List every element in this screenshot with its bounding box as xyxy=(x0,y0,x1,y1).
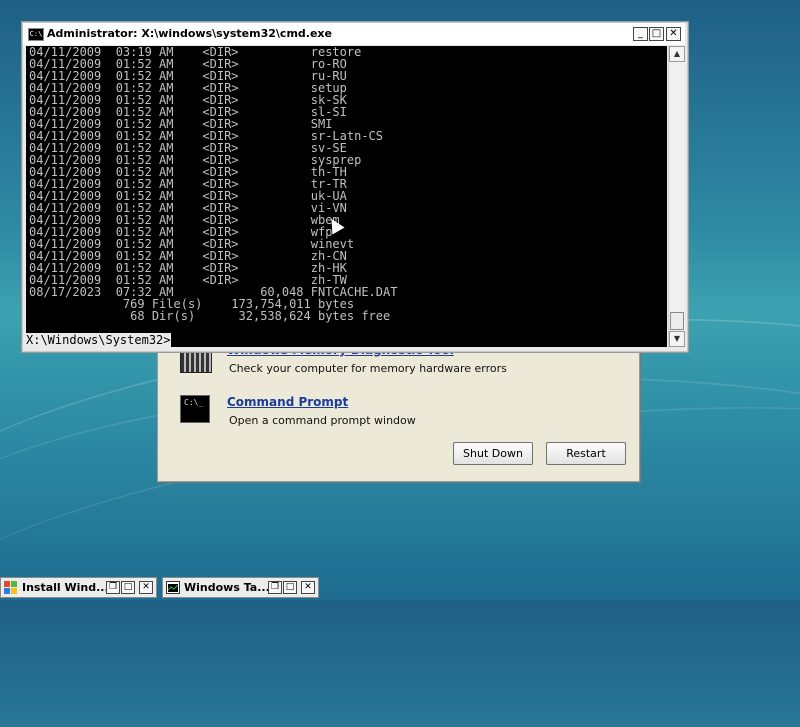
windows-setup-icon xyxy=(4,581,17,594)
close-button[interactable]: ✕ xyxy=(301,581,315,594)
command-prompt-icon: C:\_ xyxy=(180,395,210,423)
shut-down-button[interactable]: Shut Down xyxy=(453,442,533,465)
cmd-app-icon: C:\ xyxy=(28,28,44,41)
command-prompt-link[interactable]: Command Prompt xyxy=(227,395,348,409)
command-prompt-description: Open a command prompt window xyxy=(229,414,416,427)
maximize-button[interactable]: □ xyxy=(649,27,664,41)
minimized-window-label: Install Wind... xyxy=(22,581,109,594)
close-button[interactable]: ✕ xyxy=(666,27,681,41)
minimized-window-label: Windows Ta... xyxy=(184,581,270,594)
scroll-up-arrow-icon[interactable]: ▲ xyxy=(669,46,685,62)
scroll-thumb[interactable] xyxy=(670,312,684,330)
vertical-scrollbar[interactable]: ▲ ▼ xyxy=(668,46,685,347)
minimized-window-task-manager[interactable]: Windows Ta... ❐ □ ✕ xyxy=(162,577,319,598)
restore-button[interactable]: ❐ xyxy=(268,581,282,594)
cmd-titlebar[interactable]: C:\ Administrator: X:\windows\system32\c… xyxy=(23,23,685,45)
recovery-options-dialog: Windows Memory Diagnostic Tool Check you… xyxy=(157,330,640,482)
command-prompt-line[interactable]: X:\Windows\System32> xyxy=(26,333,171,347)
scroll-down-arrow-icon[interactable]: ▼ xyxy=(669,331,685,347)
minimized-window-install-windows[interactable]: Install Wind... ❐ □ ✕ xyxy=(0,577,157,598)
minimize-button[interactable]: _ xyxy=(633,27,648,41)
cmd-window[interactable]: C:\ Administrator: X:\windows\system32\c… xyxy=(22,22,688,352)
restart-button[interactable]: Restart xyxy=(546,442,626,465)
close-button[interactable]: ✕ xyxy=(139,581,153,594)
console-line: 68 Dir(s) 32,538,624 bytes free xyxy=(29,309,391,323)
maximize-button[interactable]: □ xyxy=(283,581,297,594)
task-manager-icon xyxy=(166,581,180,594)
console-output[interactable]: 04/11/2009 03:19 AM <DIR> restore 04/11/2… xyxy=(26,46,667,347)
console-lines: 04/11/2009 03:19 AM <DIR> restore 04/11/2… xyxy=(29,46,397,322)
cmd-window-title: Administrator: X:\windows\system32\cmd.e… xyxy=(47,27,332,40)
memory-diagnostic-description: Check your computer for memory hardware … xyxy=(229,362,507,375)
maximize-button[interactable]: □ xyxy=(121,581,135,594)
restore-button[interactable]: ❐ xyxy=(106,581,120,594)
